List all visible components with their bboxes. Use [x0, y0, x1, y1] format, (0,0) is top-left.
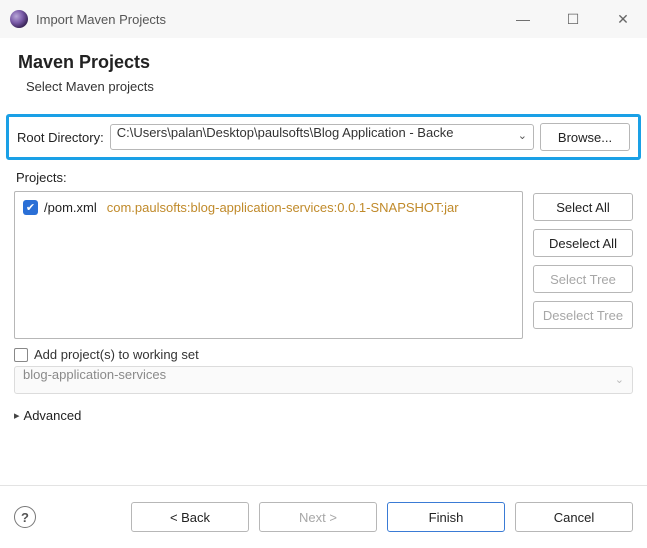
next-button[interactable]: Next > [259, 502, 377, 532]
title-bar: Import Maven Projects — ☐ ✕ [0, 0, 647, 38]
wizard-buttons: ? < Back Next > Finish Cancel [0, 486, 647, 548]
window-title: Import Maven Projects [36, 12, 509, 27]
working-set-row: Add project(s) to working set [0, 339, 647, 366]
advanced-toggle[interactable]: ▸ Advanced [0, 394, 647, 423]
deselect-tree-button[interactable]: Deselect Tree [533, 301, 633, 329]
working-set-input[interactable]: blog-application-services ⌄ [14, 366, 633, 394]
chevron-down-icon[interactable]: ⌄ [518, 129, 527, 142]
browse-button[interactable]: Browse... [540, 123, 630, 151]
root-directory-label: Root Directory: [17, 130, 104, 145]
wizard-header: Maven Projects Select Maven projects [0, 38, 647, 104]
root-directory-value: C:\Users\palan\Desktop\paulsofts\Blog Ap… [117, 125, 454, 140]
working-set-value: blog-application-services [23, 367, 166, 382]
project-checkbox[interactable]: ✔ [23, 200, 38, 215]
chevron-down-icon[interactable]: ⌄ [615, 373, 624, 386]
minimize-button[interactable]: — [509, 11, 537, 27]
close-button[interactable]: ✕ [609, 11, 637, 28]
project-item[interactable]: ✔ /pom.xml com.paulsofts:blog-applicatio… [23, 200, 514, 215]
projects-list[interactable]: ✔ /pom.xml com.paulsofts:blog-applicatio… [14, 191, 523, 339]
help-button[interactable]: ? [14, 506, 36, 528]
advanced-label: Advanced [24, 408, 82, 423]
projects-side-buttons: Select All Deselect All Select Tree Dese… [533, 191, 633, 339]
deselect-all-button[interactable]: Deselect All [533, 229, 633, 257]
eclipse-icon [10, 10, 28, 28]
project-file: /pom.xml [44, 200, 97, 215]
select-all-button[interactable]: Select All [533, 193, 633, 221]
page-subtitle: Select Maven projects [18, 79, 629, 94]
back-button[interactable]: < Back [131, 502, 249, 532]
project-coordinates: com.paulsofts:blog-application-services:… [107, 200, 459, 215]
caret-right-icon: ▸ [14, 409, 20, 422]
window-controls: — ☐ ✕ [509, 11, 637, 28]
projects-area: ✔ /pom.xml com.paulsofts:blog-applicatio… [0, 187, 647, 339]
maximize-button[interactable]: ☐ [559, 11, 587, 28]
root-directory-row: Root Directory: C:\Users\palan\Desktop\p… [6, 114, 641, 160]
cancel-button[interactable]: Cancel [515, 502, 633, 532]
projects-label: Projects: [16, 170, 633, 185]
finish-button[interactable]: Finish [387, 502, 505, 532]
root-directory-input[interactable]: C:\Users\palan\Desktop\paulsofts\Blog Ap… [110, 124, 534, 150]
select-tree-button[interactable]: Select Tree [533, 265, 633, 293]
page-title: Maven Projects [18, 52, 629, 73]
working-set-checkbox[interactable] [14, 348, 28, 362]
working-set-label: Add project(s) to working set [34, 347, 199, 362]
